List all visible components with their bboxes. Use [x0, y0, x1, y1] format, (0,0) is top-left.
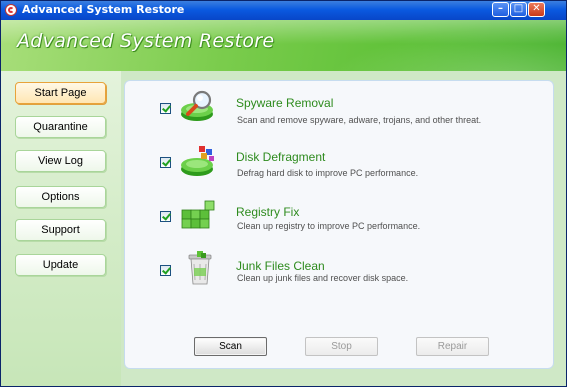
junk-files-clean-title: Junk Files Clean	[236, 259, 325, 273]
app-logo-icon	[5, 4, 17, 16]
close-icon: ✕	[532, 3, 541, 14]
maximize-button[interactable]: □	[510, 2, 527, 17]
scan-button[interactable]: Scan	[194, 337, 267, 356]
disk-blocks-icon	[181, 146, 214, 176]
app-window: Advanced System Restore – □ ✕ Advanced S…	[0, 0, 567, 387]
sidebar-item-quarantine[interactable]: Quarantine	[15, 116, 106, 138]
close-button[interactable]: ✕	[528, 2, 545, 17]
registry-fix-checkbox[interactable]	[160, 211, 171, 222]
minimize-icon: –	[498, 3, 503, 14]
repair-button[interactable]: Repair	[416, 337, 489, 356]
header-swoosh	[296, 20, 566, 71]
sidebar-item-start-page[interactable]: Start Page	[15, 82, 106, 104]
spyware-removal-checkbox[interactable]	[160, 103, 171, 114]
junk-files-clean-description: Clean up junk files and recover disk spa…	[237, 273, 409, 283]
spyware-removal-title: Spyware Removal	[236, 96, 334, 110]
sidebar-item-support[interactable]: Support	[15, 219, 106, 241]
junk-files-clean-checkbox[interactable]	[160, 265, 171, 276]
app-banner-title: Advanced System Restore	[17, 30, 275, 52]
registry-fix-description: Clean up registry to improve PC performa…	[237, 221, 421, 231]
minimize-button[interactable]: –	[492, 2, 509, 17]
registry-fix-title: Registry Fix	[236, 205, 300, 219]
header-banner: Advanced System Restore	[1, 20, 566, 71]
window-title: Advanced System Restore	[22, 3, 185, 16]
trash-bin-icon	[188, 251, 212, 285]
sidebar-item-update[interactable]: Update	[15, 254, 106, 276]
maximize-icon: □	[513, 3, 524, 14]
magnifier-disk-icon	[181, 90, 213, 121]
disk-defragment-checkbox[interactable]	[160, 157, 171, 168]
sidebar: Start Page Quarantine View Log Options S…	[1, 71, 121, 386]
disk-defragment-description: Defrag hard disk to improve PC performan…	[237, 168, 419, 178]
title-bar[interactable]: Advanced System Restore – □ ✕	[1, 1, 566, 20]
stop-button[interactable]: Stop	[305, 337, 378, 356]
sidebar-item-options[interactable]: Options	[15, 186, 106, 208]
disk-defragment-title: Disk Defragment	[236, 150, 326, 164]
spyware-removal-description: Scan and remove spyware, adware, trojans…	[237, 115, 482, 125]
sidebar-item-view-log[interactable]: View Log	[15, 150, 106, 172]
registry-cubes-icon	[181, 200, 215, 229]
